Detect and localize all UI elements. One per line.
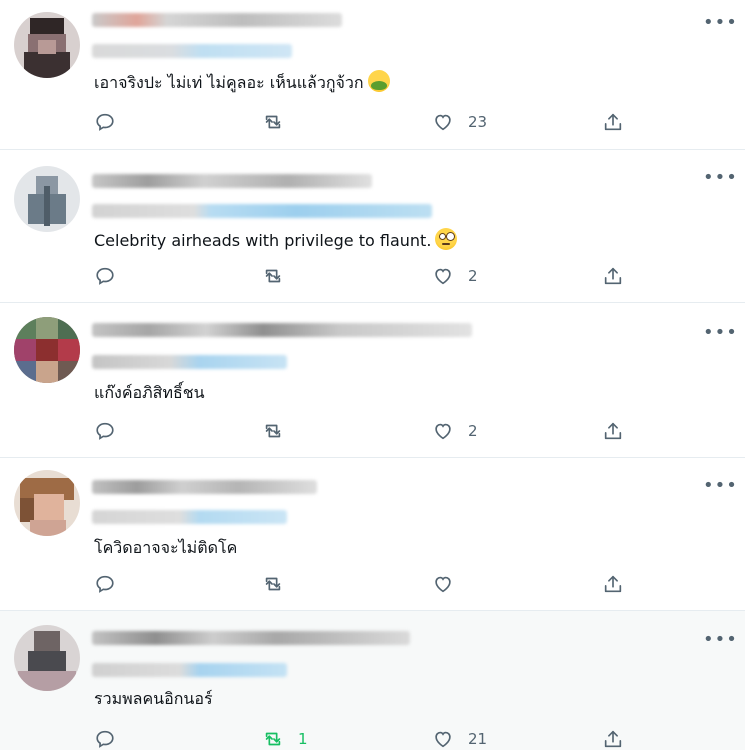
display-name-blurred [92,323,472,337]
like-button[interactable]: 21 [432,727,487,750]
avatar[interactable] [14,12,80,78]
retweet-icon [265,732,281,746]
reply-button[interactable] [94,572,130,596]
reply-tweet[interactable]: ••• แก๊งค์อภิสิทธิ์ชน 2 [0,303,745,458]
reply-button[interactable] [94,110,130,134]
avatar[interactable] [14,625,80,691]
retweet-icon [265,115,281,129]
username-blurred [92,44,292,58]
share-button[interactable] [602,727,624,750]
heart-icon [435,114,451,131]
more-horizontal-icon[interactable]: ••• [703,169,737,187]
username-blurred [92,663,287,677]
more-horizontal-icon[interactable]: ••• [703,14,737,32]
reply-icon [96,267,114,285]
reply-tweet[interactable]: ••• โควิดอาจจะไม่ติดโค [0,458,745,611]
avatar[interactable] [14,166,80,232]
reply-tweet[interactable]: ••• รวมพลคนอิกนอร์ 1 21 [0,611,745,750]
like-button[interactable]: 2 [432,264,478,288]
tweet-actions [94,572,634,596]
like-count: 2 [468,267,478,285]
heart-icon [435,268,451,285]
share-button[interactable] [602,264,624,288]
username-blurred [92,355,287,369]
retweet-icon [265,424,281,438]
tweet-text: โควิดอาจจะไม่ติดโค [94,538,238,557]
reply-button[interactable] [94,727,130,750]
username-blurred [92,510,287,524]
reply-button[interactable] [94,419,130,443]
display-name-blurred [92,174,372,188]
share-icon [604,267,622,285]
retweet-button[interactable] [262,110,298,134]
reply-icon [96,422,114,440]
heart-icon [435,576,451,593]
like-button[interactable]: 23 [432,110,487,134]
retweet-button[interactable] [262,264,298,288]
heart-icon [435,423,451,440]
share-icon [604,730,622,748]
reply-icon [96,113,114,131]
tweet-text: เอาจริงปะ ไม่เท่ ไม่คูลอะ เห็นแล้วกูจ้วก [94,70,390,96]
retweet-button[interactable] [262,419,298,443]
more-horizontal-icon[interactable]: ••• [703,477,737,495]
username-blurred [92,204,432,218]
reply-tweet[interactable]: ••• เอาจริงปะ ไม่เท่ ไม่คูลอะ เห็นแล้วกู… [0,0,745,150]
avatar[interactable] [14,317,80,383]
reply-tweet[interactable]: ••• Celebrity airheads with privilege to… [0,150,745,303]
reply-icon [96,730,114,748]
nauseated-face-emoji [367,70,390,92]
share-button[interactable] [602,572,624,596]
retweet-count: 1 [298,730,308,748]
display-name-blurred [92,631,410,645]
heart-icon [435,731,451,748]
like-count: 23 [468,113,488,131]
retweet-button[interactable]: 1 [262,727,308,750]
share-button[interactable] [602,419,624,443]
retweet-button[interactable] [262,572,298,596]
tweet-actions: 2 [94,419,634,443]
tweet-text: รวมพลคนอิกนอร์ [94,689,213,708]
more-horizontal-icon[interactable]: ••• [703,324,737,342]
share-icon [604,113,622,131]
tweet-actions: 1 21 [94,727,634,750]
display-name-blurred [92,13,342,27]
share-button[interactable] [602,110,624,134]
more-horizontal-icon[interactable]: ••• [703,631,737,649]
tweet-actions: 23 [94,110,634,134]
reply-button[interactable] [94,264,130,288]
share-icon [604,575,622,593]
reply-feed: ••• เอาจริงปะ ไม่เท่ ไม่คูลอะ เห็นแล้วกู… [0,0,745,750]
eye-roll-face-emoji [435,228,458,250]
tweet-text: แก๊งค์อภิสิทธิ์ชน [94,383,205,402]
retweet-icon [265,577,281,591]
avatar[interactable] [14,470,80,536]
tweet-actions: 2 [94,264,634,288]
reply-icon [96,575,114,593]
tweet-text: Celebrity airheads with privilege to fla… [94,228,458,250]
like-count: 2 [468,422,478,440]
share-icon [604,422,622,440]
display-name-blurred [92,480,317,494]
like-button[interactable]: 2 [432,419,478,443]
retweet-icon [265,269,281,283]
like-button[interactable] [432,572,468,596]
like-count: 21 [468,730,488,748]
